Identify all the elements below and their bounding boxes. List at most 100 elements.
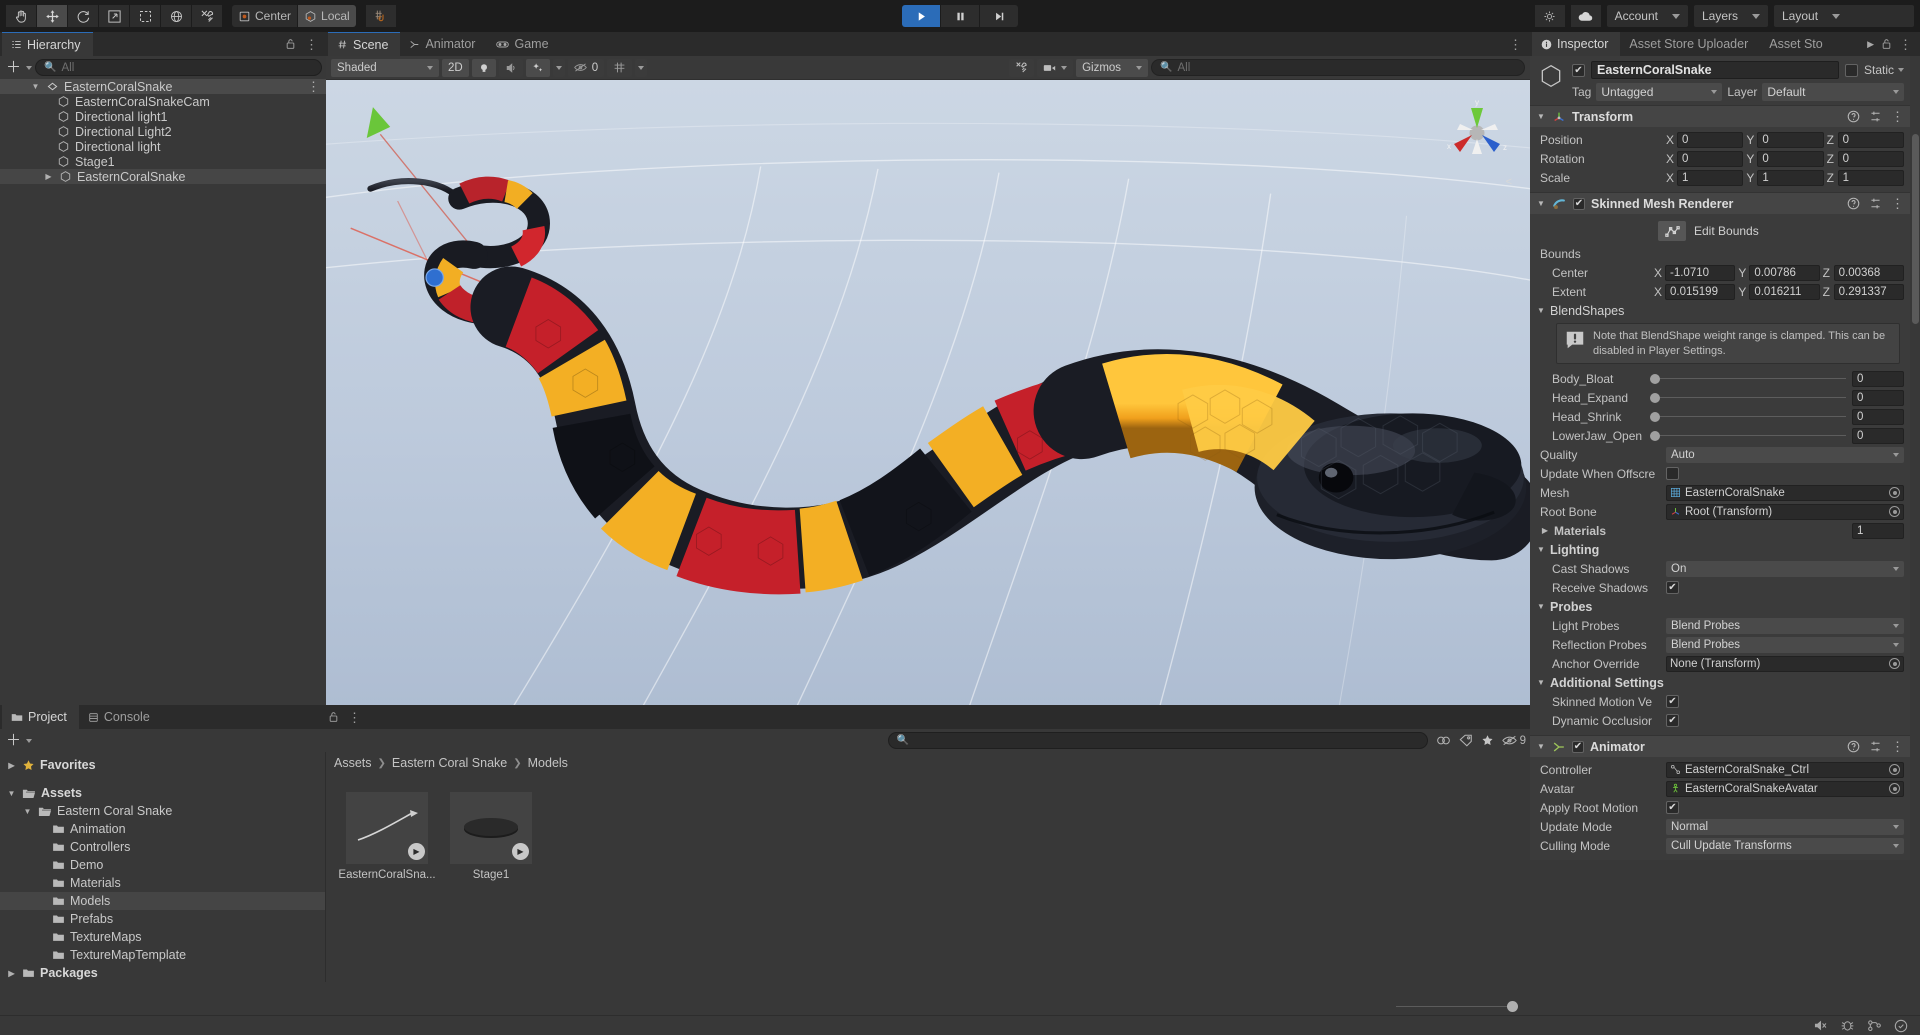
inspector-menu-icon[interactable]: ⋮: [1899, 38, 1912, 51]
lock-icon[interactable]: [285, 38, 296, 50]
project-tree-item-prefabs[interactable]: Prefabs: [0, 910, 325, 928]
zoom-knob[interactable]: [1507, 1000, 1518, 1012]
project-tree-item-demo[interactable]: Demo: [0, 856, 325, 874]
position-x[interactable]: X0: [1666, 131, 1744, 148]
bounds-extent-x[interactable]: X 0.015199: [1654, 283, 1736, 300]
tab-animator[interactable]: Animator: [400, 32, 487, 56]
layer-dropdown[interactable]: Default: [1762, 83, 1904, 101]
chevron-right-icon[interactable]: ▶: [1540, 526, 1550, 535]
project-tree-item-packages[interactable]: ▶ Packages: [0, 964, 325, 982]
component-menu-icon[interactable]: ⋮: [1891, 110, 1904, 123]
tab-inspector[interactable]: Inspector: [1532, 32, 1621, 56]
rotate-tool-button[interactable]: [68, 5, 98, 27]
position-x-value[interactable]: 0: [1677, 131, 1744, 148]
hierarchy-item-light2[interactable]: Directional Light2: [0, 124, 326, 139]
rotation-z[interactable]: Z0: [1827, 150, 1904, 167]
preset-icon[interactable]: [1869, 197, 1882, 210]
lighting-foldout[interactable]: ▼ Lighting: [1530, 540, 1910, 559]
rotation-z-value[interactable]: 0: [1837, 150, 1904, 167]
update-mode-dropdown[interactable]: Normal: [1666, 818, 1904, 835]
mute-audio-icon[interactable]: [1813, 1019, 1828, 1032]
chevron-down-icon[interactable]: ▼: [1536, 199, 1546, 208]
hierarchy-item-light1[interactable]: Directional light1: [0, 109, 326, 124]
layout-dropdown[interactable]: Layout: [1774, 5, 1914, 27]
avatar-object-field[interactable]: EasternCoralSnakeAvatar: [1666, 780, 1904, 797]
bug-report-icon[interactable]: [1840, 1019, 1855, 1032]
scene-viewport[interactable]: y x z <: [326, 80, 1530, 705]
hierarchy-item-camera[interactable]: EasternCoralSnakeCam: [0, 94, 326, 109]
snap-increment-button[interactable]: [365, 5, 396, 27]
hand-tool-button[interactable]: [6, 5, 36, 27]
pivot-mode-button[interactable]: Center: [232, 5, 298, 27]
asset-zoom-slider[interactable]: [1396, 1000, 1518, 1012]
tab-asset-store[interactable]: Asset Sto: [1760, 32, 1827, 56]
scale-x-value[interactable]: 1: [1677, 169, 1744, 186]
static-dropdown[interactable]: Static: [1864, 63, 1904, 77]
position-z-value[interactable]: 0: [1837, 131, 1904, 148]
object-picker-icon[interactable]: [1889, 658, 1900, 670]
position-y-value[interactable]: 0: [1757, 131, 1824, 148]
move-tool-button[interactable]: [37, 5, 67, 27]
preset-icon[interactable]: [1869, 110, 1882, 123]
help-icon[interactable]: [1847, 740, 1860, 753]
position-z[interactable]: Z0: [1827, 131, 1904, 148]
search-settings-icon-button[interactable]: [1534, 5, 1565, 27]
bounds-center-x-value[interactable]: -1.0710: [1665, 264, 1736, 281]
asset-grid[interactable]: ▶ EasternCoralSna... ▶ Stage1: [326, 774, 1530, 997]
project-tree-item-assets[interactable]: ▼ Assets: [0, 784, 325, 802]
project-menu-icon[interactable]: ⋮: [348, 711, 361, 724]
inspector-scrollbar[interactable]: [1912, 56, 1919, 1015]
blendshape-value[interactable]: 0: [1852, 408, 1904, 425]
chevron-down-icon[interactable]: ▼: [1536, 112, 1546, 121]
help-icon[interactable]: [1847, 197, 1860, 210]
chevron-down-icon[interactable]: ▼: [1536, 678, 1546, 687]
chevron-down-icon[interactable]: ▼: [22, 807, 33, 816]
apply-root-motion-checkbox[interactable]: ✔: [1666, 801, 1679, 815]
cloud-icon-button[interactable]: [1570, 5, 1601, 27]
component-header-transform[interactable]: ▼ Transform ⋮: [1530, 105, 1910, 127]
static-checkbox[interactable]: ✔: [1844, 63, 1858, 77]
asset-item-snake[interactable]: ▶ EasternCoralSna...: [338, 792, 436, 882]
chevron-right-icon[interactable]: ▶: [6, 761, 17, 770]
asset-thumbnail[interactable]: ▶: [346, 792, 428, 864]
bounds-center-z[interactable]: Z 0.00368: [1823, 264, 1904, 281]
bounds-extent-z-value[interactable]: 0.291337: [1833, 283, 1904, 300]
animator-enabled-checkbox[interactable]: ✔: [1572, 740, 1584, 753]
hierarchy-list[interactable]: ▼ EasternCoralSnake ⋮ EasternCoralSnakeC…: [0, 79, 326, 705]
bounds-center-z-value[interactable]: 0.00368: [1833, 264, 1904, 281]
rect-tool-button[interactable]: [130, 5, 160, 27]
asset-thumbnail[interactable]: ▶: [450, 792, 532, 864]
scrollbar-thumb[interactable]: [1912, 134, 1919, 324]
chevron-down-icon[interactable]: [26, 738, 33, 743]
transform-tool-button[interactable]: [161, 5, 191, 27]
pause-button[interactable]: [941, 5, 979, 27]
tab-project[interactable]: Project: [2, 705, 79, 729]
custom-tool-button[interactable]: [192, 5, 222, 27]
scene-camera-button[interactable]: [1037, 58, 1074, 77]
blendshape-value[interactable]: 0: [1852, 370, 1904, 387]
asset-play-icon[interactable]: ▶: [512, 843, 529, 860]
materials-count[interactable]: 1: [1852, 522, 1904, 539]
root-bone-object-field[interactable]: Root (Transform): [1666, 503, 1904, 520]
bounds-center-y-value[interactable]: 0.00786: [1749, 264, 1820, 281]
tab-overflow-icon[interactable]: ▶: [1867, 39, 1874, 50]
chevron-down-icon[interactable]: ▼: [1536, 742, 1546, 751]
project-tree-item-eastern-coral-snake[interactable]: ▼ Eastern Coral Snake: [0, 802, 325, 820]
create-asset-button[interactable]: ＋: [4, 733, 23, 748]
version-control-icon[interactable]: [1867, 1019, 1882, 1032]
additional-settings-foldout[interactable]: ▼ Additional Settings: [1530, 673, 1910, 692]
project-tree-item-texturemaps[interactable]: TextureMaps: [0, 928, 325, 946]
light-probes-dropdown[interactable]: Blend Probes: [1666, 617, 1904, 634]
scene-fx-button[interactable]: [525, 58, 550, 77]
chevron-down-icon[interactable]: ▼: [30, 82, 41, 91]
update-offscreen-checkbox[interactable]: ✔: [1666, 467, 1679, 481]
cast-shadows-dropdown[interactable]: On: [1666, 560, 1904, 577]
help-icon[interactable]: [1847, 110, 1860, 123]
blendshape-slider[interactable]: [1650, 391, 1846, 405]
scene-orientation-gizmo[interactable]: y x z: [1438, 94, 1516, 172]
hierarchy-search-input[interactable]: 🔍 All: [35, 59, 322, 76]
layers-dropdown[interactable]: Layers: [1693, 5, 1768, 27]
inspector-scroll-area[interactable]: ✔ EasternCoralSnake ✔ Static: [1530, 56, 1920, 1015]
scene-menu-icon[interactable]: ⋮: [1509, 38, 1522, 51]
chevron-right-icon[interactable]: ▶: [6, 969, 17, 978]
